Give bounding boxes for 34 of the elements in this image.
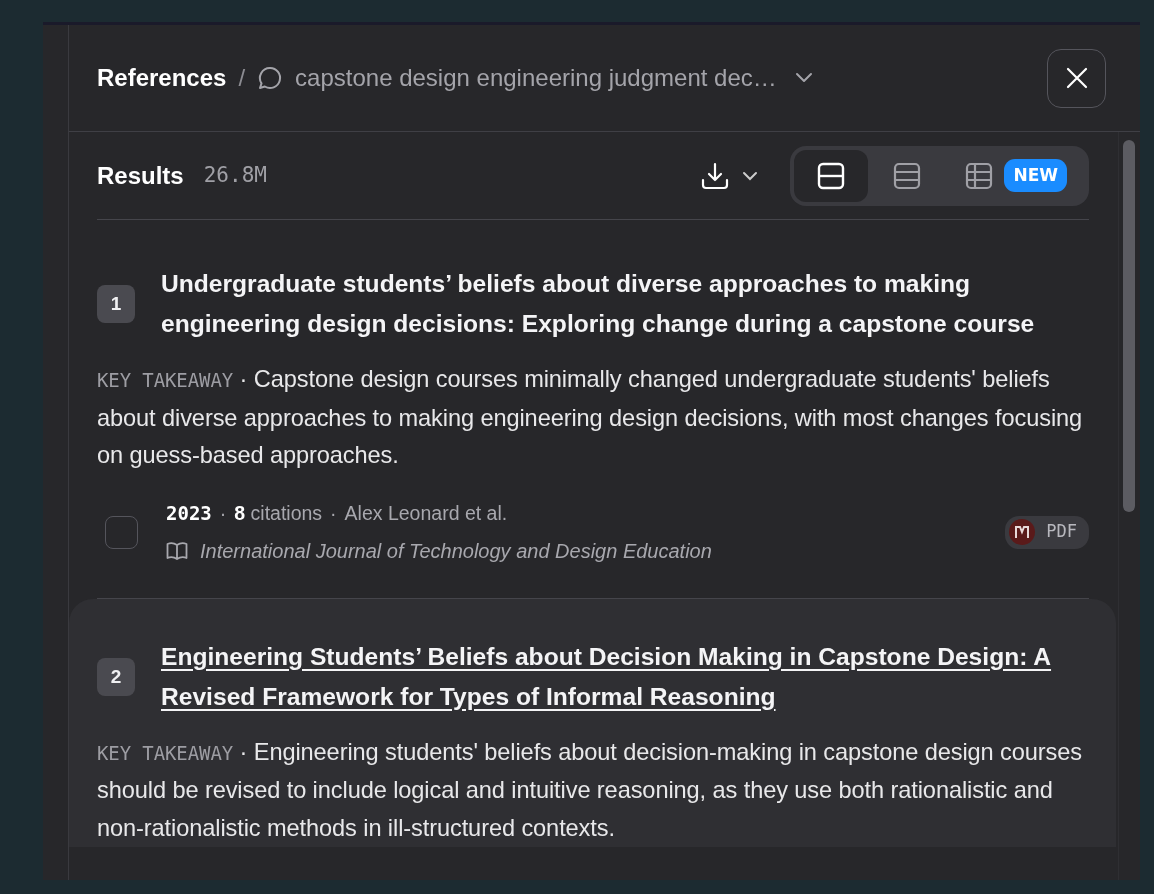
results-count: 26.8M: [203, 161, 267, 189]
logo-icon: [1008, 518, 1037, 547]
breadcrumb-link[interactable]: References: [97, 60, 227, 96]
download-button[interactable]: [700, 160, 759, 191]
authors: Alex Leonard et al.: [344, 500, 508, 526]
results-label: Results: [97, 160, 184, 191]
query-dropdown[interactable]: capstone design engineering judgment dec…: [295, 60, 777, 96]
meta-separator: ·: [219, 500, 227, 526]
pdf-button[interactable]: PDF: [1005, 515, 1089, 549]
breadcrumb-separator: /: [238, 63, 246, 93]
paper-title-link[interactable]: Undergraduate students’ beliefs about diverse approaches to making engineering design decisions: Exploring change during a capstone course: [161, 264, 1089, 344]
new-badge: NEW: [1004, 158, 1067, 193]
scrollbar-thumb[interactable]: [1123, 140, 1135, 512]
chevron-down-icon: [794, 72, 813, 84]
close-button[interactable]: [1047, 48, 1106, 108]
table-view-icon: [964, 160, 995, 191]
chat-bubble-icon: [257, 65, 284, 91]
view-button[interactable]: [794, 149, 869, 202]
select-checkbox[interactable]: [105, 515, 138, 549]
meta-separator: ·: [330, 500, 337, 526]
citation-count: 8 citations: [234, 500, 323, 526]
list-view-icon: [892, 160, 923, 191]
result-number: 2: [97, 657, 135, 696]
result-number: 1: [97, 285, 135, 323]
paper-title-link[interactable]: Engineering Students’ Beliefs about Decision Making in Capstone Design: A Revised Framework for Types of Informal Reasoning: [161, 636, 1087, 717]
chevron-down-icon: [742, 170, 759, 181]
download-icon: [700, 160, 731, 191]
key-takeaway: KEY TAKEAWAY · Engineering students' beliefs about decision-making in capstone design courses should be revised to include logical and intuitive reasoning, as they use both rationalistic and non-rationalistic methods in ill-structured contexts.: [97, 737, 1083, 843]
close-icon: [1065, 67, 1088, 89]
publication-year: 2023: [166, 500, 212, 526]
key-takeaway: KEY TAKEAWAY · Capstone design courses minimally changed undergraduate students' beliefs about diverse approaches to making engineering design decisions, with most changes focusing on guess-based approaches.: [97, 365, 1084, 470]
journal-name: International Journal of Technology and Design Education: [200, 538, 712, 564]
card-view-icon: [816, 160, 847, 191]
book-icon: [166, 540, 188, 561]
